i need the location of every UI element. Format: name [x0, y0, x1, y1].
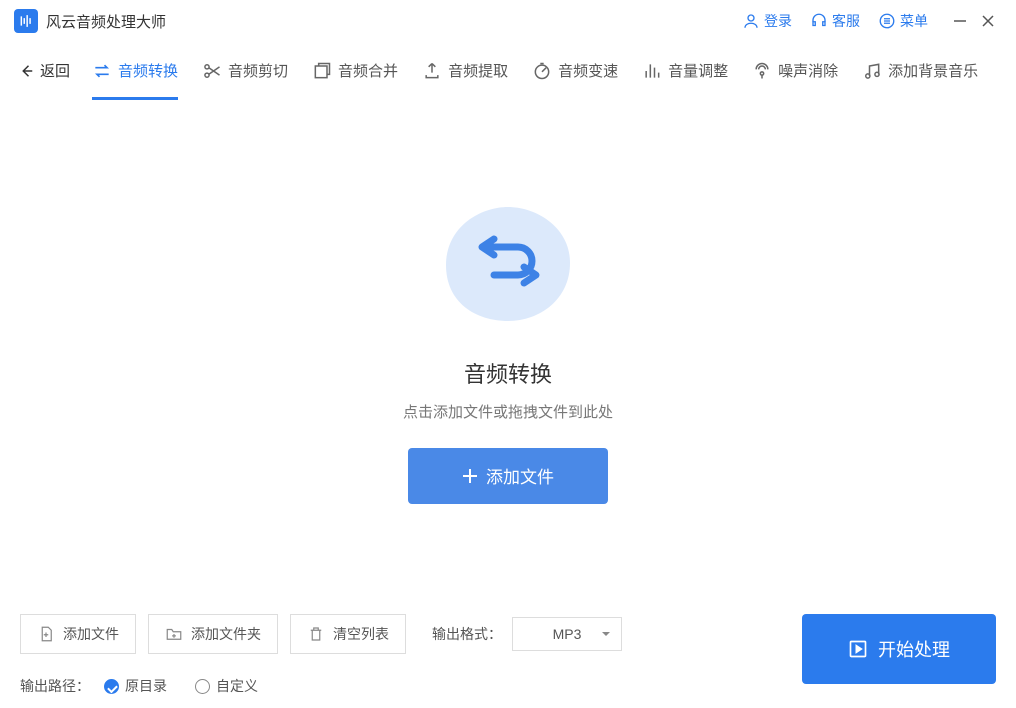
radio-custom-dir[interactable]: 自定义 — [195, 676, 258, 696]
format-label: 输出格式： — [432, 624, 502, 644]
output-path-label: 输出路径： — [20, 676, 90, 696]
format-select[interactable]: MP3 — [512, 617, 622, 651]
play-icon — [848, 639, 868, 659]
minimize-icon — [953, 14, 967, 28]
radio-checked-icon — [104, 679, 119, 694]
back-button[interactable]: 返回 — [18, 60, 70, 81]
menu-button[interactable]: 菜单 — [878, 11, 928, 31]
folder-plus-icon — [165, 625, 183, 643]
extract-icon — [422, 61, 442, 81]
equalizer-icon — [642, 61, 662, 81]
merge-icon — [312, 61, 332, 81]
convert-icon — [92, 61, 112, 81]
tab-noise-remove[interactable]: 噪声消除 — [752, 42, 838, 100]
main-subtitle: 点击添加文件或拖拽文件到此处 — [403, 401, 613, 422]
speed-icon — [532, 61, 552, 81]
radio-original-dir[interactable]: 原目录 — [104, 676, 167, 696]
tab-bg-music[interactable]: 添加背景音乐 — [862, 42, 978, 100]
arrow-left-icon — [18, 62, 36, 80]
drop-zone[interactable]: 音频转换 点击添加文件或拖拽文件到此处 添加文件 — [0, 102, 1016, 600]
tab-audio-cut[interactable]: 音频剪切 — [202, 42, 288, 100]
add-folder-button[interactable]: 添加文件夹 — [148, 614, 278, 654]
login-button[interactable]: 登录 — [742, 11, 792, 31]
noise-icon — [752, 61, 772, 81]
app-logo-icon — [14, 9, 38, 33]
main-title: 音频转换 — [464, 357, 552, 389]
menu-icon — [878, 12, 896, 30]
tab-audio-convert[interactable]: 音频转换 — [92, 42, 178, 100]
file-plus-icon — [37, 625, 55, 643]
support-button[interactable]: 客服 — [810, 11, 860, 31]
user-icon — [742, 12, 760, 30]
add-file-button[interactable]: 添加文件 — [20, 614, 136, 654]
clear-list-button[interactable]: 清空列表 — [290, 614, 406, 654]
bottom-bar: 添加文件 添加文件夹 清空列表 输出格式： MP3 开始处理 输出路径： 原目录… — [0, 600, 1016, 708]
music-icon — [862, 61, 882, 81]
close-icon — [981, 14, 995, 28]
plus-icon — [462, 468, 478, 484]
add-file-big-button[interactable]: 添加文件 — [408, 448, 608, 504]
trash-icon — [307, 625, 325, 643]
close-button[interactable] — [974, 7, 1002, 35]
scissors-icon — [202, 61, 222, 81]
tab-audio-extract[interactable]: 音频提取 — [422, 42, 508, 100]
minimize-button[interactable] — [946, 7, 974, 35]
radio-unchecked-icon — [195, 679, 210, 694]
chevron-down-icon — [601, 629, 611, 639]
tab-audio-speed[interactable]: 音频变速 — [532, 42, 618, 100]
app-title: 风云音频处理大师 — [46, 11, 166, 32]
title-bar: 风云音频处理大师 登录 客服 菜单 — [0, 0, 1016, 42]
tab-volume-adjust[interactable]: 音量调整 — [642, 42, 728, 100]
headset-icon — [810, 12, 828, 30]
start-button[interactable]: 开始处理 — [802, 614, 996, 684]
tabs-bar: 返回 音频转换 音频剪切 音频合并 音频提取 音频变速 音量调整 噪声消除 添加… — [0, 42, 1016, 100]
convert-illustration-icon — [438, 199, 578, 329]
tab-audio-merge[interactable]: 音频合并 — [312, 42, 398, 100]
